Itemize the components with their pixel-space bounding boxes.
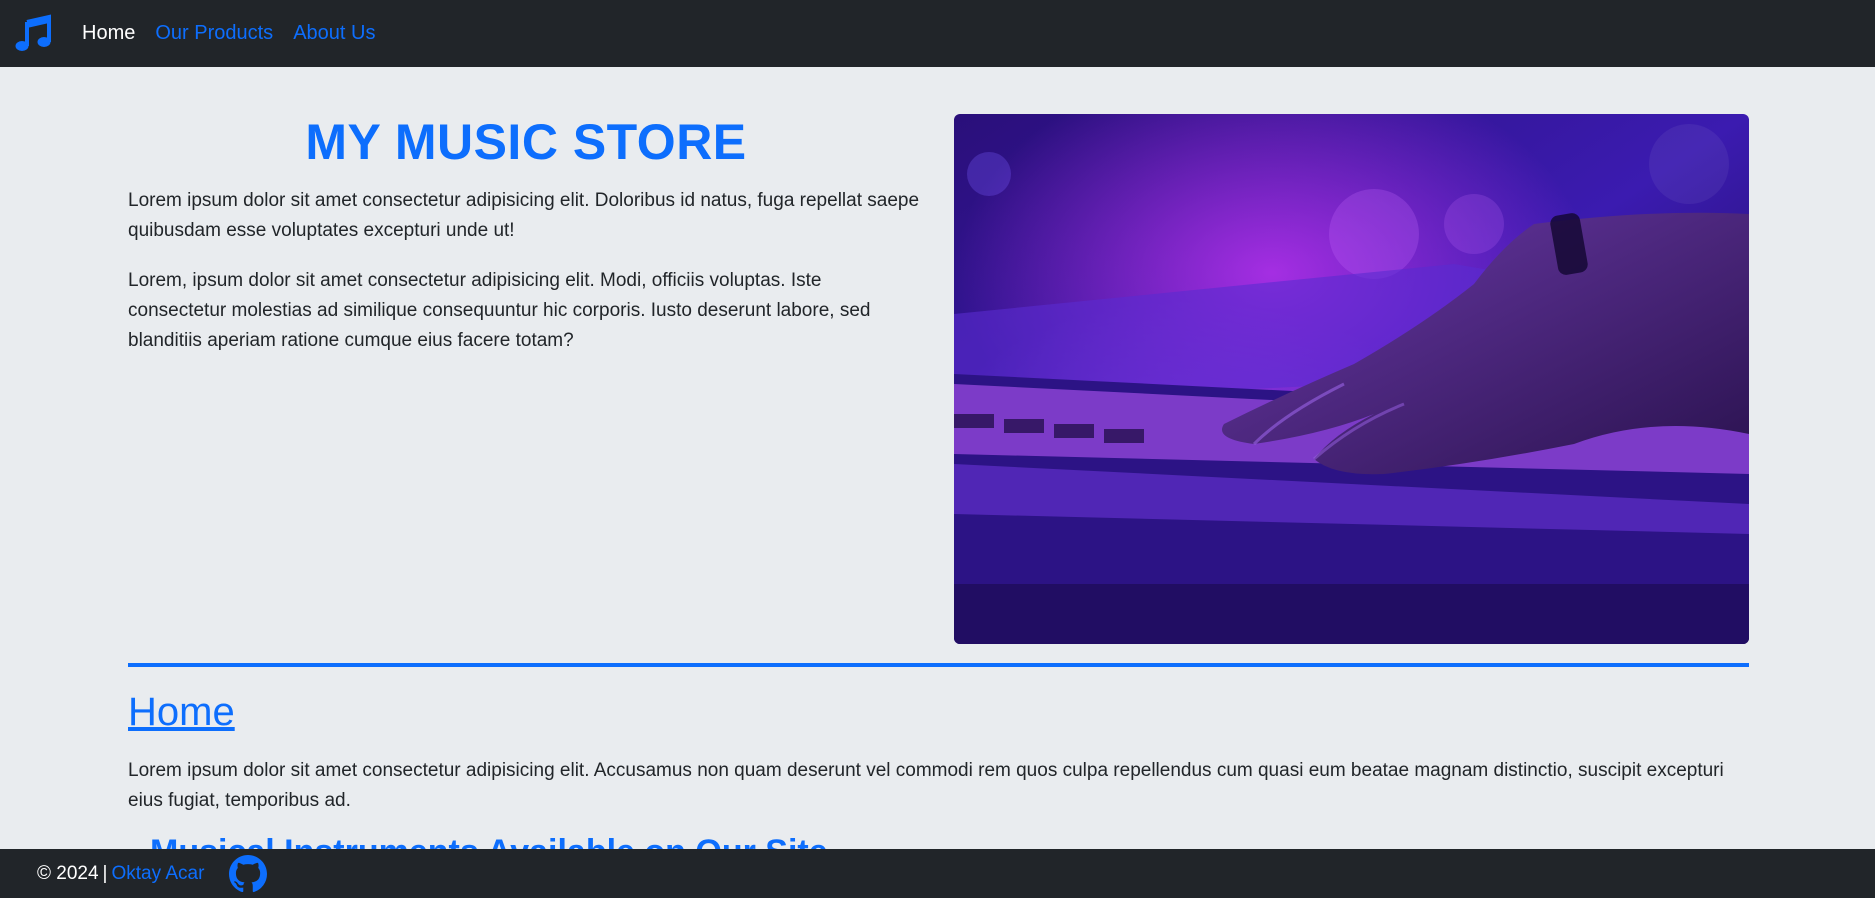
section-paragraph: Lorem ipsum dolor sit amet consectetur a…	[128, 760, 1724, 811]
copyright-text: © 2024	[37, 862, 99, 884]
nav-link-about-us[interactable]: About Us	[293, 22, 375, 45]
section-title-home[interactable]: Home	[128, 687, 235, 737]
nav-link-home[interactable]: Home	[82, 22, 135, 45]
hero-paragraph: Lorem ipsum dolor sit amet consectetur a…	[128, 190, 920, 241]
footer-separator: |	[102, 862, 108, 884]
main-content: MY MUSIC STORE Lorem ipsum dolor sit ame…	[0, 67, 1875, 849]
github-icon[interactable]	[229, 854, 268, 893]
hero-title: MY MUSIC STORE	[305, 114, 747, 170]
hero-image-keyboard	[954, 114, 1749, 644]
music-note-icon[interactable]	[12, 13, 54, 55]
hero-paragraph: Lorem, ipsum dolor sit amet consectetur …	[128, 270, 871, 351]
author-link[interactable]: Oktay Acar	[111, 863, 204, 885]
subsection-title: Musical Instruments Available on Our Sit…	[150, 830, 828, 849]
hero-text: MY MUSIC STORE Lorem ipsum dolor sit ame…	[128, 112, 924, 376]
section-divider	[128, 663, 1749, 667]
footer: © 2024 | Oktay Acar	[0, 849, 1875, 898]
navbar: Home Our Products About Us	[0, 0, 1875, 67]
nav-link-our-products[interactable]: Our Products	[155, 22, 273, 45]
